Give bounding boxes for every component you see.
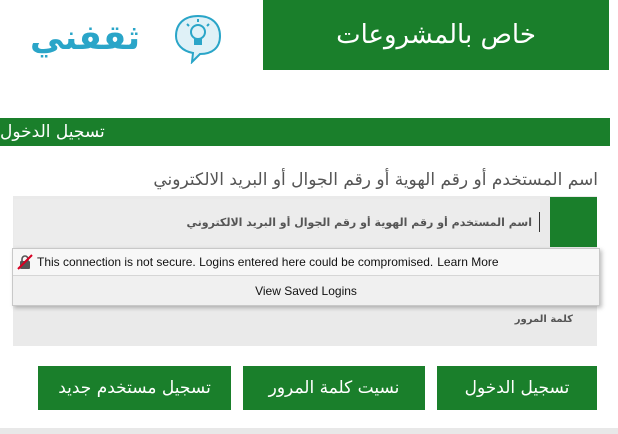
logo-text: ثقفني [30, 18, 140, 58]
view-saved-logins-item[interactable]: View Saved Logins [13, 276, 599, 305]
password-label: كلمة المرور [514, 314, 573, 325]
text-caret [539, 212, 540, 232]
lightbulb-icon [174, 14, 222, 64]
login-button[interactable]: تسجيل الدخول [437, 366, 597, 410]
insecure-warning-text: This connection is not secure. Logins en… [37, 255, 434, 269]
input-accent-strip [550, 197, 597, 247]
bottom-divider [0, 428, 618, 434]
forgot-password-button[interactable]: نسيت كلمة المرور [243, 366, 425, 410]
username-label: اسم المستخدم أو رقم الهوية أو رقم الجوال… [153, 170, 598, 190]
register-button[interactable]: تسجيل مستخدم جديد [38, 366, 231, 410]
username-input[interactable] [14, 199, 540, 245]
insecure-login-popup: This connection is not secure. Logins en… [12, 248, 600, 306]
section-title: تسجيل الدخول [0, 122, 105, 142]
insecure-lock-icon [17, 254, 33, 270]
site-logo[interactable]: ثقفني [22, 10, 232, 72]
login-section-header: تسجيل الدخول [0, 118, 610, 146]
header-banner: خاص بالمشروعات [263, 0, 609, 70]
banner-title: خاص بالمشروعات [336, 20, 536, 50]
insecure-warning-row: This connection is not secure. Logins en… [13, 249, 599, 276]
view-saved-logins-label: View Saved Logins [255, 283, 357, 298]
learn-more-link[interactable]: Learn More [437, 255, 498, 269]
